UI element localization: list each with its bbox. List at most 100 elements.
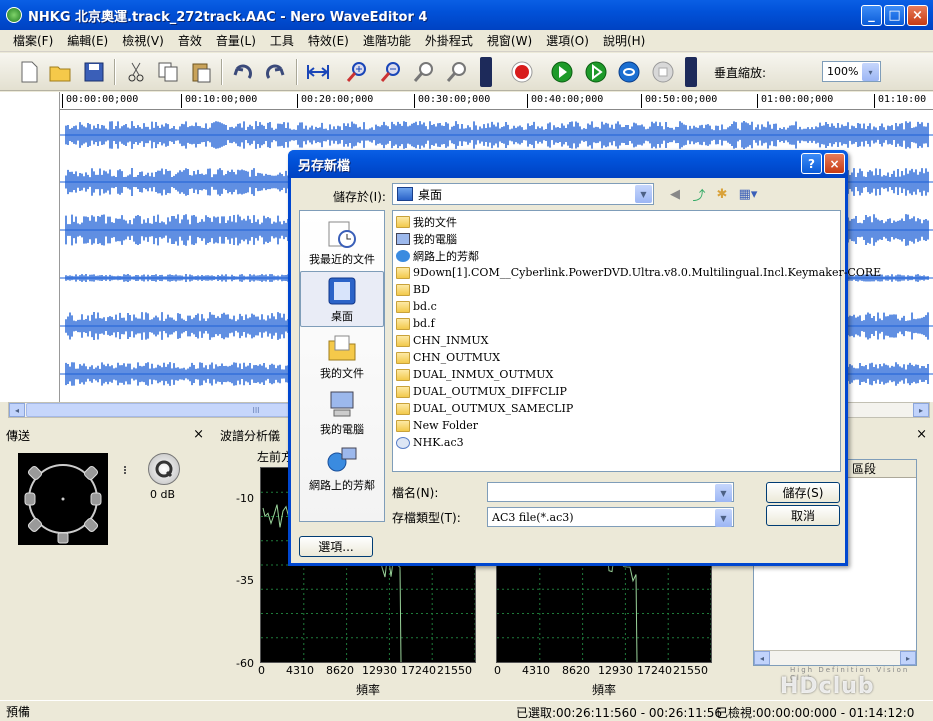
- filetype-select[interactable]: AC3 file(*.ac3) ▼: [487, 507, 734, 527]
- list-item[interactable]: New Folder: [396, 417, 478, 434]
- menu-view[interactable]: 檢視(V): [115, 32, 171, 49]
- list-item[interactable]: DUAL_OUTMUX_DIFFCLIP: [396, 383, 567, 400]
- menu-file[interactable]: 檔案(F): [6, 32, 60, 49]
- save-button[interactable]: 儲存(S): [766, 482, 840, 503]
- scroll-right-button[interactable]: ▸: [900, 651, 916, 665]
- x-tick: 4310: [286, 664, 314, 677]
- toolbar-grip-icon[interactable]: [685, 57, 697, 87]
- scroll-left-button[interactable]: ◂: [9, 403, 25, 417]
- new-folder-icon[interactable]: ✱: [712, 185, 732, 203]
- close-icon[interactable]: ×: [916, 427, 927, 442]
- x-tick: 8620: [562, 664, 590, 677]
- folder-icon: [396, 351, 410, 364]
- volume-knob[interactable]: [148, 453, 180, 485]
- status-view-range: 已檢視:00:00:00:000 - 01:14:12:0: [716, 706, 915, 720]
- menu-tools[interactable]: 工具: [263, 32, 301, 49]
- menu-plugins[interactable]: 外掛程式: [418, 32, 480, 49]
- place-desktop[interactable]: 桌面: [300, 271, 384, 327]
- surround-panner[interactable]: [18, 453, 108, 545]
- dialog-close-button[interactable]: ×: [824, 153, 845, 174]
- list-item[interactable]: CHN_OUTMUX: [396, 349, 500, 366]
- list-item[interactable]: 我的文件: [396, 213, 457, 230]
- undo-icon[interactable]: [229, 59, 255, 85]
- menu-effects[interactable]: 特效(E): [301, 32, 356, 49]
- loop-icon[interactable]: [616, 59, 642, 85]
- cancel-button[interactable]: 取消: [766, 505, 840, 526]
- list-item[interactable]: bd.f: [396, 315, 435, 332]
- list-item[interactable]: CHN_INMUX: [396, 332, 488, 349]
- cut-icon[interactable]: [123, 59, 149, 85]
- menu-edit[interactable]: 編輯(E): [60, 32, 115, 49]
- menu-advanced[interactable]: 進階功能: [356, 32, 418, 49]
- transfer-panel-header: 傳送 ×: [0, 425, 210, 445]
- options-button[interactable]: 選項...: [299, 536, 373, 557]
- zoom-selection-icon[interactable]: [411, 59, 437, 85]
- chevron-down-icon[interactable]: ▼: [635, 185, 652, 203]
- fit-width-icon[interactable]: [305, 59, 331, 85]
- save-in-select[interactable]: 桌面 ▼: [392, 183, 654, 205]
- place-my-computer-label: 我的電腦: [320, 423, 364, 436]
- chevron-down-icon[interactable]: ▾: [862, 63, 879, 81]
- place-recent[interactable]: 我最近的文件: [300, 215, 384, 271]
- record-icon[interactable]: [509, 59, 535, 85]
- list-item[interactable]: bd.c: [396, 298, 437, 315]
- minimize-button[interactable]: _: [861, 5, 882, 26]
- file-name: New Folder: [413, 419, 479, 432]
- list-item[interactable]: 網路上的芳鄰: [396, 247, 479, 264]
- play-icon[interactable]: [549, 59, 575, 85]
- place-network[interactable]: 網路上的芳鄰: [300, 441, 384, 497]
- timeline-tick: 00:50:00;000: [641, 94, 717, 108]
- zoom-all-icon[interactable]: [444, 59, 470, 85]
- zoom-in-icon[interactable]: [344, 59, 370, 85]
- open-folder-icon[interactable]: [48, 59, 74, 85]
- toolbar-separator: [221, 59, 223, 85]
- scroll-left-button[interactable]: ◂: [754, 651, 770, 665]
- nero-app-icon[interactable]: [6, 7, 22, 23]
- folder-icon: [396, 317, 410, 330]
- timeline-ruler[interactable]: 00:00:00;000 00:10:00;000 00:20:00;000 0…: [60, 92, 933, 110]
- menu-audio[interactable]: 音效: [171, 32, 209, 49]
- close-button[interactable]: ×: [907, 5, 928, 26]
- copy-icon[interactable]: [155, 59, 181, 85]
- zoom-out-icon[interactable]: [378, 59, 404, 85]
- file-list[interactable]: 我的文件 我的電腦 網路上的芳鄰 9Down[1].COM__Cyberlink…: [392, 210, 881, 472]
- place-my-documents[interactable]: 我的文件: [300, 329, 384, 385]
- stop-icon[interactable]: [650, 59, 676, 85]
- paste-icon[interactable]: [188, 59, 214, 85]
- list-item[interactable]: NHK.ac3: [396, 434, 464, 451]
- place-my-computer[interactable]: 我的電腦: [300, 385, 384, 441]
- filename-input[interactable]: ▼: [487, 482, 734, 502]
- help-button[interactable]: ?: [801, 153, 822, 174]
- timeline-tick: 00:00:00;000: [62, 94, 138, 108]
- file-name: CHN_OUTMUX: [413, 351, 501, 364]
- save-disk-icon[interactable]: [81, 59, 107, 85]
- place-network-label: 網路上的芳鄰: [309, 479, 375, 492]
- segment-hscrollbar[interactable]: ◂ ▸: [754, 650, 916, 665]
- back-icon[interactable]: ◀: [665, 185, 685, 203]
- x-tick: 12930: [362, 664, 397, 677]
- view-menu-icon[interactable]: ▦▾: [735, 185, 761, 203]
- chevron-down-icon[interactable]: ▼: [715, 509, 732, 527]
- scroll-right-button[interactable]: ▸: [913, 403, 929, 417]
- menu-volume[interactable]: 音量(L): [209, 32, 263, 49]
- menu-options[interactable]: 選項(O): [539, 32, 596, 49]
- up-folder-icon[interactable]: ⤴: [689, 185, 709, 204]
- list-item[interactable]: 9Down[1].COM__Cyberlink.PowerDVD.Ultra.v…: [396, 264, 881, 281]
- list-item[interactable]: BD: [396, 281, 430, 298]
- file-name: 我的電腦: [413, 232, 457, 246]
- menu-window[interactable]: 視窗(W): [480, 32, 539, 49]
- maximize-button[interactable]: □: [884, 5, 905, 26]
- toolbar-grip-icon[interactable]: [480, 57, 492, 87]
- close-icon[interactable]: ×: [193, 427, 204, 442]
- list-item[interactable]: DUAL_INMUX_OUTMUX: [396, 366, 553, 383]
- redo-icon[interactable]: [263, 59, 289, 85]
- vertical-zoom-select[interactable]: 100% ▾: [822, 61, 881, 82]
- chevron-down-icon[interactable]: ▼: [715, 484, 732, 502]
- menu-help[interactable]: 說明(H): [596, 32, 652, 49]
- scroll-grip: III: [252, 405, 260, 415]
- list-item[interactable]: 我的電腦: [396, 230, 457, 247]
- play-selection-icon[interactable]: [583, 59, 609, 85]
- save-in-label: 儲存於(I):: [333, 190, 386, 204]
- new-file-icon[interactable]: [16, 59, 42, 85]
- list-item[interactable]: DUAL_OUTMUX_SAMECLIP: [396, 400, 573, 417]
